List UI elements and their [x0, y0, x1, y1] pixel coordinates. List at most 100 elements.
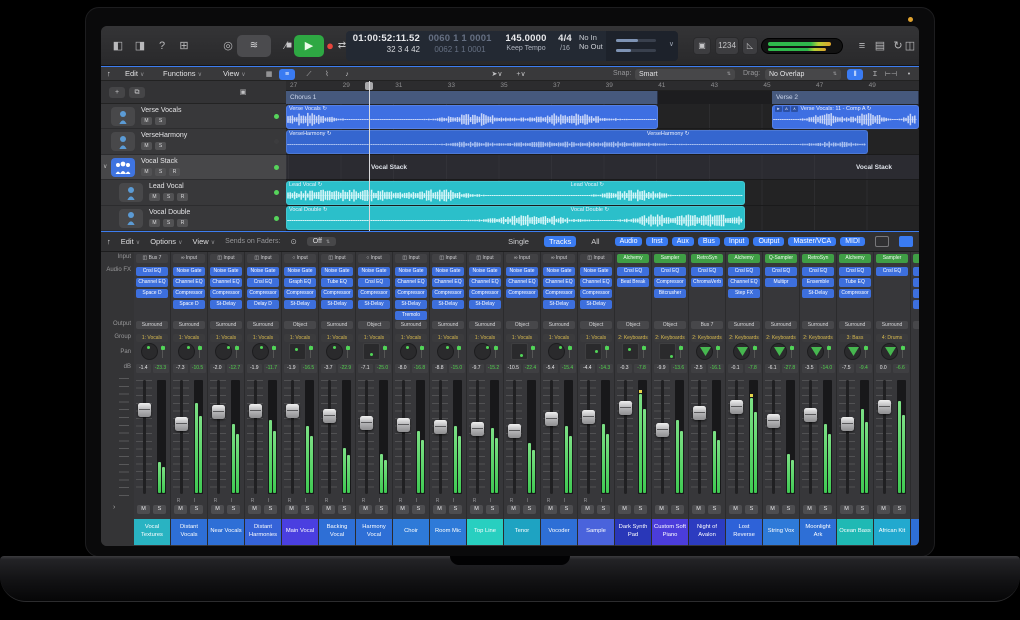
input-slot[interactable]: ◫ Input	[210, 254, 242, 263]
channel-name[interactable]: String Vox	[763, 519, 799, 545]
fader-track[interactable]	[328, 380, 331, 494]
input-slot[interactable]: ◫ Input	[321, 254, 353, 263]
record-input-buttons[interactable]: R I	[430, 498, 466, 504]
fx-slot[interactable]: Ensemble	[802, 278, 834, 287]
channel-strip[interactable]: ∞ InputNoise GateChannel EQCompressorObj…	[504, 252, 540, 546]
peak-level-value[interactable]: -13.6	[671, 364, 687, 373]
volume-value[interactable]: -1.4	[136, 364, 152, 373]
solo-button[interactable]: S	[227, 505, 240, 514]
bar-ruler[interactable]: 272931333537394143454749	[286, 81, 919, 91]
mute-button[interactable]: M	[174, 505, 187, 514]
channel-name[interactable]: Harmony Vocal	[356, 519, 392, 545]
pan-knob[interactable]	[400, 343, 417, 360]
mixer-back-icon[interactable]: ↑	[107, 237, 111, 246]
peak-level-value[interactable]: -15.4	[560, 364, 576, 373]
fx-slot[interactable]: Cnsl EQ	[136, 267, 168, 276]
fx-slot[interactable]: Channel EQ	[432, 278, 464, 287]
playhead[interactable]	[369, 81, 370, 231]
channel-strip[interactable]: ◫ InputNoise GateCnsl EQCompressorDelay …	[245, 252, 281, 546]
filter-chip-midi[interactable]: MIDI	[840, 237, 865, 246]
channel-name[interactable]: Dark Synth Pad	[615, 519, 651, 545]
track-lane[interactable]: Vocal Double ↻Vocal Double ↻	[286, 206, 919, 231]
fader-track[interactable]	[365, 380, 368, 494]
track-name[interactable]: Verse Vocals	[141, 107, 181, 114]
output-slot[interactable]: Bus 7	[691, 321, 723, 329]
volume-value[interactable]: -8.8	[432, 364, 448, 373]
input-slot[interactable]: ○ Input	[358, 254, 390, 263]
solo-button[interactable]: S	[449, 505, 462, 514]
channel-name[interactable]: Distant Harmonies	[245, 519, 281, 545]
solo-button[interactable]: S	[412, 505, 425, 514]
fx-slot[interactable]: Compressor	[358, 289, 390, 298]
input-slot[interactable]: Sampler	[654, 254, 686, 263]
input-slot[interactable]: ◫ Input	[395, 254, 427, 263]
pan-spread-slider[interactable]	[606, 345, 607, 358]
record-input-buttons[interactable]: R I	[541, 498, 577, 504]
lcd-signature[interactable]: 4/4	[554, 33, 576, 45]
mute-button[interactable]: M	[840, 505, 853, 514]
audio-region[interactable]: ►A∧ Verse Vocals: 11 - Comp A ↻	[772, 105, 919, 129]
input-slot[interactable]: ∞ Input	[173, 254, 205, 263]
fader-cap[interactable]	[471, 422, 484, 436]
fader-cap[interactable]	[619, 401, 632, 415]
fader-cap[interactable]	[212, 405, 225, 419]
fader-cap[interactable]	[323, 409, 336, 423]
mute-button[interactable]: M	[149, 219, 160, 227]
pan-knob[interactable]	[844, 343, 861, 360]
output-slot[interactable]: Surround	[876, 321, 908, 329]
fx-slot[interactable]: Noise Gate	[432, 267, 464, 276]
fx-slot[interactable]: Compressor	[432, 289, 464, 298]
group-slot[interactable]: 2: Keyboards	[654, 334, 686, 342]
fx-slot[interactable]: Noise Gate	[395, 267, 427, 276]
fader-cap[interactable]	[434, 420, 447, 434]
arrange-view-menu[interactable]: View ∨	[223, 69, 246, 78]
fader-track[interactable]	[143, 380, 146, 494]
mixer-view-menu[interactable]: View ∨	[193, 237, 216, 246]
collapse-chevron-icon[interactable]: ∨	[103, 163, 107, 170]
solo-button[interactable]: S	[264, 505, 277, 514]
fader-track[interactable]	[217, 380, 220, 494]
fx-slot[interactable]: Cnsl EQ	[247, 278, 279, 287]
record-input-buttons[interactable]: R I	[578, 498, 614, 504]
channel-strip[interactable]: ◫ Bus 7Cnsl EQChannel EQSpace DSurround1…	[134, 252, 170, 546]
fader-cap[interactable]	[286, 404, 299, 418]
group-slot[interactable]: 1: Vocals	[543, 334, 575, 342]
note-pads-icon[interactable]: ▤	[871, 38, 889, 54]
channel-name[interactable]: Backing Vocal	[319, 519, 355, 545]
mute-button[interactable]: M	[137, 505, 150, 514]
fx-slot[interactable]: Space D	[173, 300, 205, 309]
volume-value[interactable]: -5.4	[543, 364, 559, 373]
peak-level-value[interactable]: -14.0	[819, 364, 835, 373]
peak-level-value[interactable]: -16.8	[412, 364, 428, 373]
solo-button[interactable]: S	[708, 505, 721, 514]
output-slot[interactable]: Surround	[802, 321, 834, 329]
horizontal-auto-zoom-button[interactable]: ⊢⊣	[883, 69, 899, 80]
vertical-auto-zoom-button[interactable]: Ɪ	[867, 69, 883, 80]
pan-spread-slider[interactable]	[902, 345, 903, 358]
input-slot[interactable]: Alchemy	[617, 254, 649, 263]
track-header-config-icon[interactable]: ▣	[235, 87, 251, 98]
filter-chip-output[interactable]: Output	[753, 237, 784, 246]
peak-level-value[interactable]: -7.8	[634, 364, 650, 373]
fader-track[interactable]	[846, 380, 849, 494]
lcd-tempo-mode[interactable]: Keep Tempo	[498, 45, 554, 54]
record-input-buttons[interactable]: R I	[356, 498, 392, 504]
pan-spread-slider[interactable]	[495, 345, 496, 358]
fader-track[interactable]	[180, 380, 183, 494]
fx-slot[interactable]: Noise Gate	[173, 267, 205, 276]
dim-icon[interactable]: ◎	[219, 38, 237, 54]
fader-track[interactable]	[698, 380, 701, 494]
person-icon[interactable]	[119, 209, 143, 228]
peak-level-value[interactable]: -25.0	[375, 364, 391, 373]
mute-button[interactable]: M	[285, 505, 298, 514]
arrangement-marker[interactable]: Verse 2	[772, 91, 919, 104]
volume-value[interactable]: -4.4	[580, 364, 596, 373]
sends-mode-dropdown[interactable]: Off ⇅	[307, 237, 336, 246]
volume-value[interactable]: -6.1	[765, 364, 781, 373]
fader-track[interactable]	[809, 380, 812, 494]
output-slot[interactable]: Surround	[432, 321, 464, 329]
solo-button[interactable]: S	[523, 505, 536, 514]
volume-value[interactable]: -1.9	[284, 364, 300, 373]
group-slot[interactable]: 1: Vocals	[432, 334, 464, 342]
mute-button[interactable]: M	[655, 505, 668, 514]
